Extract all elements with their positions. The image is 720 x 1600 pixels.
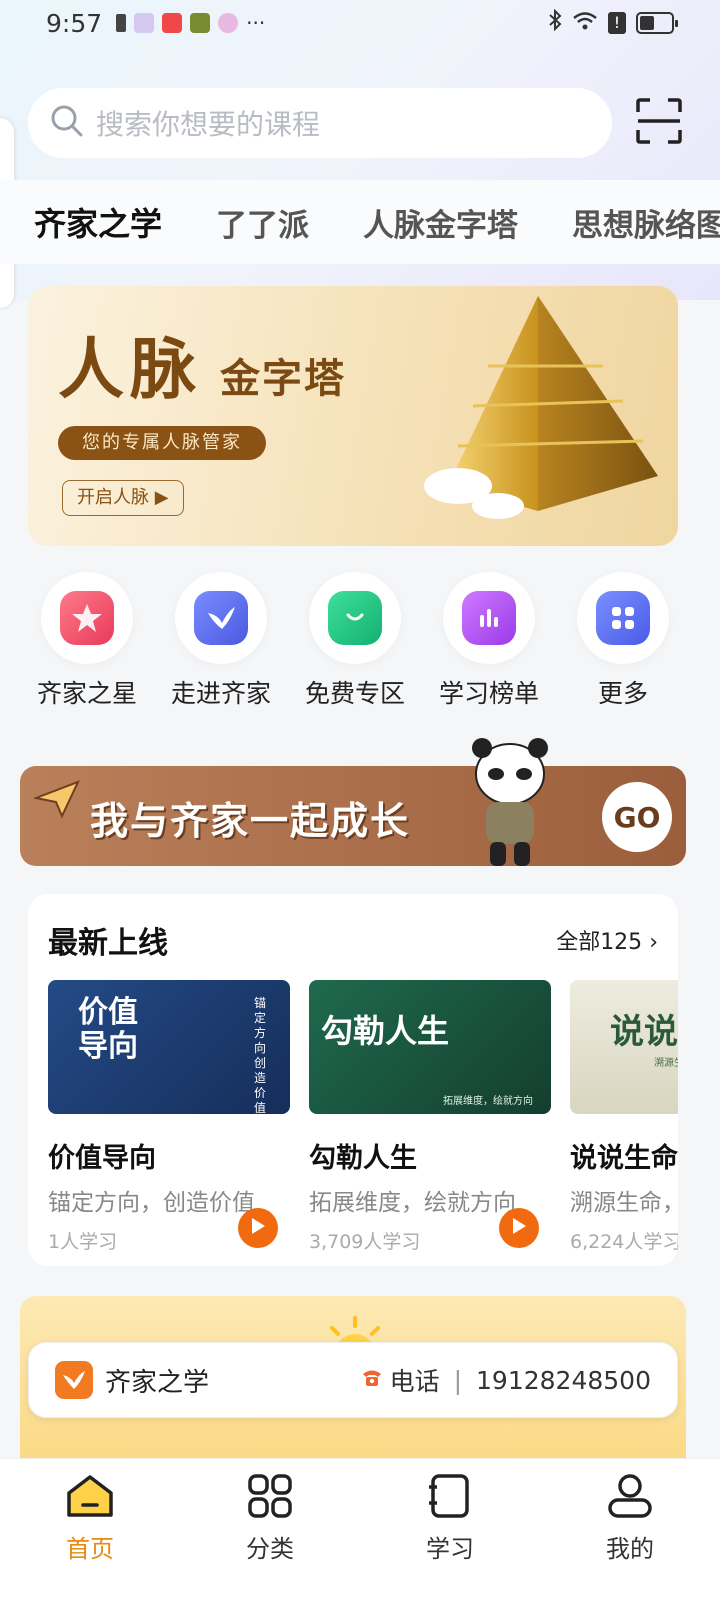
cover-subtitle: 锚定方向 创造价值 bbox=[254, 996, 267, 1114]
quick-link-label: 学习榜单 bbox=[438, 679, 539, 708]
phone-link[interactable]: 电话 | 19128248500 bbox=[360, 1362, 651, 1398]
contact-name: 齐家之学 bbox=[105, 1367, 210, 1398]
banner-subtitle: 您的专属人脉管家 bbox=[58, 426, 266, 460]
panda-mascot bbox=[460, 734, 560, 872]
course-name: 说说生命 bbox=[570, 1143, 678, 1174]
star-icon bbox=[60, 591, 114, 645]
profile-icon bbox=[605, 1473, 655, 1523]
paper-plane-icon bbox=[32, 780, 80, 824]
quick-link-label: 免费专区 bbox=[304, 679, 405, 708]
course-name: 勾勒人生 bbox=[309, 1143, 417, 1174]
growth-banner[interactable]: 我与齐家一起成长 GO bbox=[20, 738, 686, 866]
phone-number: 19128248500 bbox=[476, 1365, 651, 1395]
quick-link-ranking[interactable]: 学习榜单 bbox=[422, 572, 556, 712]
cover-title: 勾勒人生 bbox=[321, 1012, 450, 1050]
app-notification-icon bbox=[134, 13, 155, 33]
tab-thought-map[interactable]: 思想脉络图 bbox=[572, 200, 720, 245]
play-button[interactable] bbox=[238, 1208, 278, 1248]
phone-label: 电话 bbox=[389, 1367, 440, 1396]
app-notification-icon bbox=[218, 13, 239, 33]
banner-title-big: 人脉 bbox=[58, 331, 202, 408]
quick-link-free[interactable]: 免费专区 bbox=[288, 572, 422, 712]
banner-title-small: 金字塔 bbox=[220, 356, 346, 402]
cover-subtitle: 溯源生 bbox=[654, 1058, 678, 1069]
quick-link-label: 齐家之星 bbox=[36, 679, 137, 708]
nav-label: 我的 bbox=[606, 1535, 654, 1563]
nav-label: 分类 bbox=[246, 1535, 294, 1563]
quick-link-star[interactable]: 齐家之星 bbox=[20, 572, 154, 712]
bluetooth-icon bbox=[548, 8, 562, 37]
scan-icon bbox=[634, 98, 684, 150]
grid-icon bbox=[596, 591, 650, 645]
cover-title: 说说 bbox=[610, 1012, 678, 1052]
course-learner-count: 6,224人学习 bbox=[570, 1231, 678, 1253]
cover-subtitle: 拓展维度，绘就方向 bbox=[443, 1096, 533, 1107]
section-title: 最新上线 bbox=[48, 926, 168, 961]
growth-banner-text: 我与齐家一起成长 bbox=[90, 799, 411, 843]
course-cover: 说说 溯源生 bbox=[570, 980, 678, 1114]
chart-icon bbox=[462, 591, 516, 645]
quick-link-label: 走进齐家 bbox=[170, 679, 271, 708]
nav-label: 学习 bbox=[426, 1535, 474, 1563]
nav-category[interactable]: 分类 bbox=[180, 1473, 360, 1600]
pyramid-illustration bbox=[388, 296, 678, 546]
play-button[interactable] bbox=[499, 1208, 539, 1248]
home-icon bbox=[65, 1473, 115, 1523]
course-name: 价值导向 bbox=[48, 1143, 156, 1174]
contact-bar: 齐家之学 电话 | 19128248500 bbox=[28, 1342, 678, 1418]
scan-button[interactable] bbox=[634, 96, 684, 146]
quick-links: 齐家之星 走进齐家 免费专区 学习榜单 更多 bbox=[20, 572, 700, 712]
cover-title: 价值导向 bbox=[78, 995, 138, 1064]
nav-home[interactable]: 首页 bbox=[0, 1473, 180, 1600]
quick-link-more[interactable]: 更多 bbox=[556, 572, 690, 712]
nav-study[interactable]: 学习 bbox=[360, 1473, 540, 1600]
app-notification-icon bbox=[190, 13, 211, 33]
tab-qijia[interactable]: 齐家之学 bbox=[34, 199, 162, 245]
tab-liaoliaopai[interactable]: 了了派 bbox=[216, 200, 309, 245]
new-courses-section: 最新上线 全部125 › 价值导向 锚定方向 创造价值 价值导向 锚定方向，创造… bbox=[28, 894, 678, 1266]
wifi-icon bbox=[572, 9, 598, 37]
play-icon bbox=[250, 1217, 266, 1239]
category-tabs: 齐家之学 了了派 人脉金字塔 思想脉络图 bbox=[0, 180, 720, 264]
nav-label: 首页 bbox=[66, 1535, 114, 1563]
banner-open-button[interactable]: 开启人脉 ▶ bbox=[62, 480, 184, 516]
app-logo-icon bbox=[55, 1361, 93, 1399]
course-desc: 溯源生命， bbox=[570, 1190, 678, 1216]
search-input[interactable]: 搜索你想要的课程 bbox=[28, 88, 612, 158]
course-card[interactable]: 说说 溯源生 说说生命 溯源生命， 6,224人学习 bbox=[570, 980, 678, 1254]
search-icon bbox=[50, 104, 84, 142]
status-time: 9:57 bbox=[46, 8, 103, 38]
course-card[interactable]: 勾勒人生 拓展维度，绘就方向 勾勒人生 拓展维度，绘就方向 3,709人学习 bbox=[309, 980, 551, 1254]
course-cover: 价值导向 锚定方向 创造价值 bbox=[48, 980, 290, 1114]
app-notification-icon bbox=[162, 13, 183, 33]
category-icon bbox=[245, 1473, 295, 1523]
more-notifications-icon: ··· bbox=[246, 11, 266, 35]
course-card[interactable]: 价值导向 锚定方向 创造价值 价值导向 锚定方向，创造价值 1人学习 bbox=[48, 980, 290, 1254]
status-bar: 9:57 ··· ! bbox=[0, 0, 720, 46]
course-cover: 勾勒人生 拓展维度，绘就方向 bbox=[309, 980, 551, 1114]
bag-icon bbox=[328, 591, 382, 645]
bird-icon bbox=[194, 591, 248, 645]
battery-icon bbox=[636, 12, 678, 34]
separator: | bbox=[453, 1365, 463, 1395]
notebook-icon bbox=[425, 1473, 475, 1523]
promo-banner[interactable]: 人脉 金字塔 您的专属人脉管家 开启人脉 ▶ bbox=[28, 286, 678, 546]
notification-icon bbox=[116, 14, 127, 32]
search-placeholder: 搜索你想要的课程 bbox=[96, 108, 321, 141]
tab-network-pyramid[interactable]: 人脉金字塔 bbox=[363, 200, 518, 245]
go-button[interactable]: GO bbox=[602, 782, 672, 852]
chevron-right-icon: › bbox=[649, 930, 658, 955]
nav-profile[interactable]: 我的 bbox=[540, 1473, 720, 1600]
quick-link-about[interactable]: 走进齐家 bbox=[154, 572, 288, 712]
quick-link-label: 更多 bbox=[597, 679, 648, 708]
view-all-link[interactable]: 全部125 › bbox=[556, 924, 658, 956]
play-icon bbox=[511, 1217, 527, 1239]
bottom-navigation: 首页 分类 学习 我的 bbox=[0, 1458, 720, 1600]
phone-icon bbox=[360, 1365, 384, 1395]
view-all-label: 全部125 bbox=[556, 930, 643, 955]
alert-icon: ! bbox=[608, 12, 626, 34]
banner-title: 人脉 金字塔 bbox=[58, 316, 346, 412]
